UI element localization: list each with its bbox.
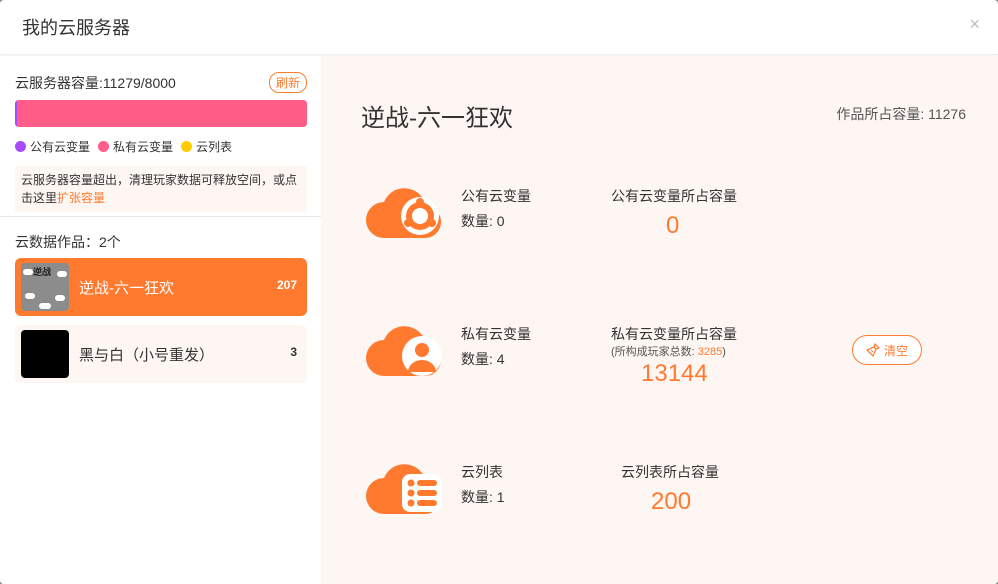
work-count: 207 — [276, 278, 297, 292]
cloud-public-icon — [366, 188, 442, 239]
work-thumbnail: 逆战 — [21, 263, 69, 311]
private-variables-label: 私有云变量 — [461, 326, 531, 342]
cloud-list-count: 数量: 1 — [461, 489, 505, 505]
cloud-user-icon — [366, 326, 442, 377]
broom-icon — [865, 343, 880, 357]
work-name: 黑与白（小号重发） — [79, 346, 215, 364]
work-thumbnail — [21, 330, 69, 378]
dialog-title: 我的云服务器 — [22, 18, 130, 38]
capacity-legend: 公有云变量 私有云变量 云列表 — [15, 138, 232, 155]
players-note-prefix: (所构成玩家总数: — [611, 346, 698, 358]
private-players-note: (所构成玩家总数: 3285) — [611, 343, 726, 359]
capacity-bar-private — [17, 100, 307, 127]
private-variables-count: 数量: 4 — [461, 351, 505, 367]
cloud-shape — [23, 269, 33, 275]
capacity-row: 云服务器容量:11279/8000 刷新 — [15, 72, 307, 93]
right-panel: 逆战-六一狂欢 作品所占容量: 11276 公有云变量 数量: 0 公有云变量所… — [321, 56, 998, 584]
clear-label: 清空 — [883, 343, 908, 358]
legend-label: 云列表 — [196, 140, 233, 154]
legend-label: 公有云变量 — [30, 140, 91, 154]
private-size-label: 私有云变量所占容量 — [611, 326, 737, 342]
left-panel: 云服务器容量:11279/8000 刷新 公有云变量 私有云变量 云列表 云服务… — [0, 56, 321, 584]
work-title: 逆战-六一狂欢 — [361, 105, 513, 132]
players-note-suffix: ) — [722, 346, 726, 358]
public-size-value: 0 — [666, 212, 680, 239]
clear-button[interactable]: 清空 — [852, 335, 922, 365]
work-count: 3 — [290, 345, 297, 359]
legend-label: 私有云变量 — [113, 140, 174, 154]
cloud-shape — [25, 293, 35, 299]
cloud-list-row: 云列表 数量: 1 云列表所占容量 200 — [366, 454, 986, 524]
legend-dot-public — [15, 141, 26, 152]
cloud-shape — [55, 295, 65, 301]
refresh-button[interactable]: 刷新 — [268, 72, 307, 93]
legend-item-private: 私有云变量 — [98, 138, 173, 155]
works-title: 云数据作品：2个 — [15, 234, 121, 250]
public-variables-count: 数量: 0 — [461, 213, 505, 229]
thumbnail-text: 逆战 — [33, 267, 52, 277]
work-item[interactable]: 黑与白（小号重发） 3 — [15, 325, 307, 383]
cloud-server-dialog: 我的云服务器 × 云服务器容量:11279/8000 刷新 公有云变量 私有云变… — [0, 0, 998, 584]
cloud-shape — [57, 271, 67, 277]
capacity-warning: 云服务器容量超出，清理玩家数据可释放空间，或点击这里扩张容量 — [15, 166, 307, 212]
legend-dot-private — [98, 141, 110, 152]
cloud-list-icon — [366, 464, 442, 515]
legend-item-public: 公有云变量 — [15, 138, 90, 155]
cloud-shape — [39, 303, 51, 309]
capacity-bar — [15, 100, 307, 127]
public-variables-row: 公有云变量 数量: 0 公有云变量所占容量 0 — [366, 178, 986, 248]
public-size-label: 公有云变量所占容量 — [611, 188, 737, 204]
cloud-list-size-value: 200 — [651, 488, 692, 515]
work-item-active[interactable]: 逆战 逆战-六一狂欢 207 — [15, 258, 307, 316]
capacity-label: 云服务器容量:11279/8000 — [15, 74, 176, 91]
work-capacity: 作品所占容量: 11276 — [836, 106, 966, 122]
players-total: 3285 — [697, 346, 723, 358]
cloud-list-label: 云列表 — [461, 464, 503, 480]
cloud-list-size-label: 云列表所占容量 — [621, 464, 719, 480]
work-name: 逆战-六一狂欢 — [79, 279, 174, 297]
private-size-value: 13144 — [641, 360, 708, 387]
expand-capacity-link[interactable]: 扩张容量 — [57, 191, 105, 205]
public-variables-label: 公有云变量 — [461, 188, 531, 204]
legend-dot-list — [181, 141, 193, 152]
divider — [0, 216, 321, 217]
close-icon[interactable]: × — [969, 14, 980, 35]
legend-item-list: 云列表 — [181, 138, 232, 155]
dialog-header: 我的云服务器 × — [0, 0, 998, 55]
